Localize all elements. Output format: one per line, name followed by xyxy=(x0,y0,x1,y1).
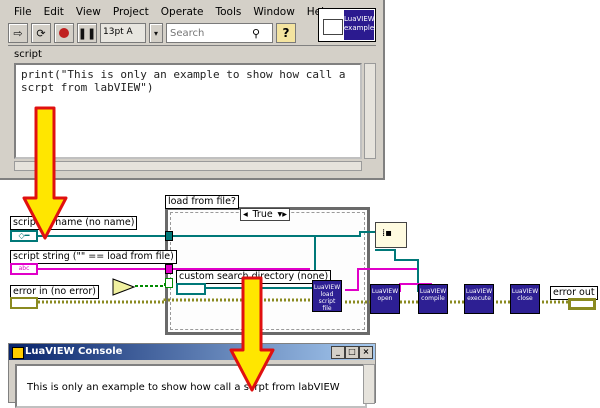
annotation-arrows xyxy=(22,106,275,392)
arrow-left-icon xyxy=(22,106,68,240)
arrow-right-icon xyxy=(229,276,275,392)
